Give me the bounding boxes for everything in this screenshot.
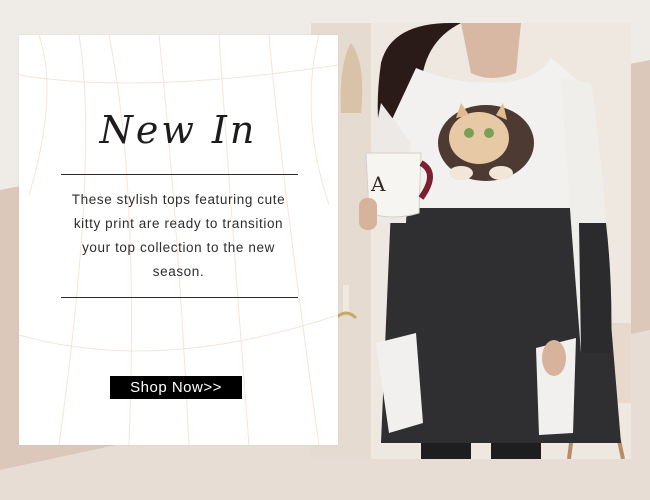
bottom-divider — [61, 297, 298, 298]
top-divider — [61, 174, 298, 175]
product-photo[interactable]: A — [311, 23, 631, 459]
banner-description: These stylish tops featuring cute kitty … — [71, 192, 286, 279]
shop-now-button[interactable]: Shop Now>> — [110, 376, 242, 399]
banner-title: New In — [99, 108, 258, 152]
promo-card: New In These stylish tops featuring cute… — [19, 35, 338, 445]
svg-text:A: A — [370, 172, 386, 196]
